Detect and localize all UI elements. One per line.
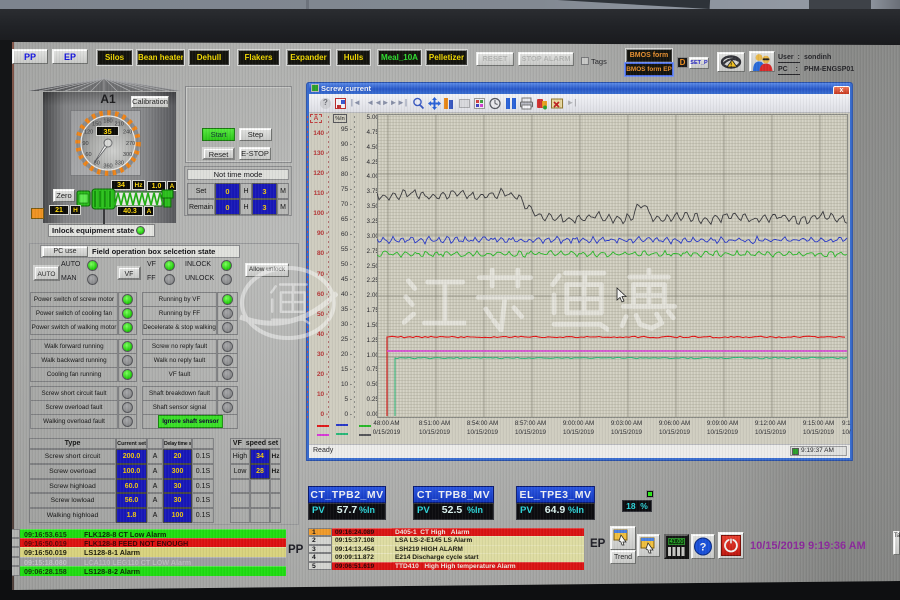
svg-text:240: 240 <box>123 130 132 136</box>
svg-text:120: 120 <box>84 130 93 136</box>
svg-text:30: 30 <box>94 160 100 166</box>
svg-text:90: 90 <box>82 141 88 147</box>
svg-text:330: 330 <box>115 160 124 166</box>
svg-text:180: 180 <box>103 118 112 124</box>
svg-text:360: 360 <box>103 163 112 169</box>
svg-text:300: 300 <box>123 152 132 158</box>
svg-text:60: 60 <box>85 152 91 158</box>
svg-text:!: ! <box>730 62 732 68</box>
svg-text:270: 270 <box>126 141 135 147</box>
svg-text:?: ? <box>700 542 707 554</box>
